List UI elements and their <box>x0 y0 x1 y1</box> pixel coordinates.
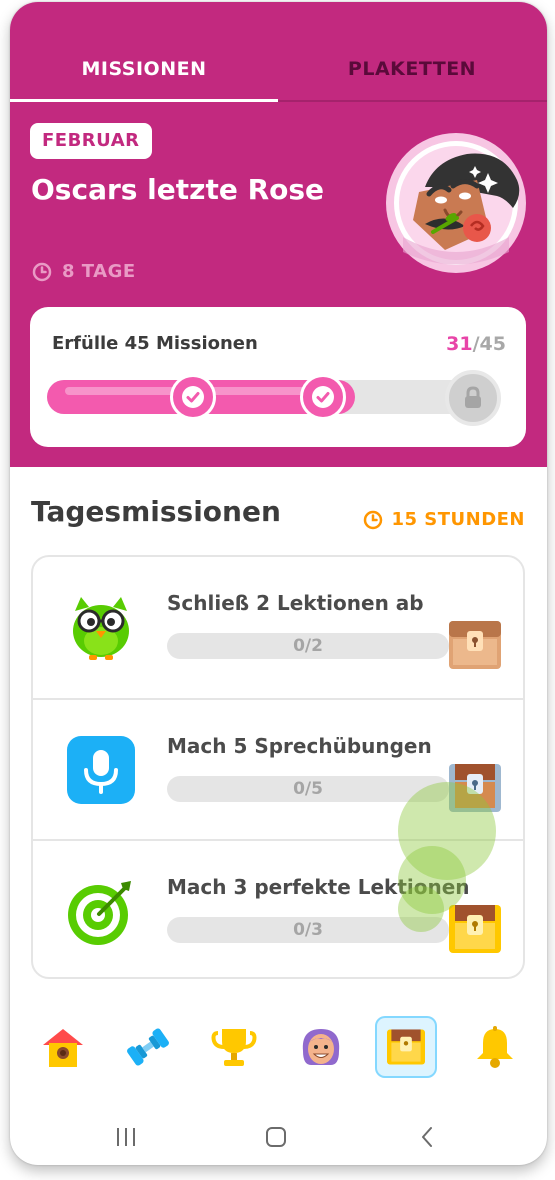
quest-title: Mach 5 Sprechübungen <box>167 734 432 758</box>
nav-profile[interactable] <box>290 1016 352 1078</box>
tab-bar: MISSIONEN PLAKETTEN <box>10 2 547 102</box>
nav-notifications[interactable] <box>464 1016 526 1078</box>
daily-quest-list: Schließ 2 Lektionen ab 0/2 Mach 5 Sprech… <box>31 555 525 979</box>
goal-label: Erfülle 45 Missionen <box>52 333 258 354</box>
goal-separator: / <box>472 333 480 355</box>
oscar-with-rose-avatar <box>385 132 528 275</box>
goal-progress-bar <box>47 370 501 426</box>
tab-missions[interactable]: MISSIONEN <box>10 58 278 80</box>
lock-icon <box>445 370 501 426</box>
event-hero: MISSIONEN PLAKETTEN FEBRUAR Oscars letzt… <box>10 2 547 467</box>
nav-home[interactable] <box>32 1016 94 1078</box>
target-icon <box>65 875 137 947</box>
daily-time-left: 15 STUNDEN <box>391 509 525 530</box>
clock-icon <box>32 262 52 281</box>
month-badge: FEBRUAR <box>30 123 152 159</box>
recent-apps-button[interactable] <box>106 1122 146 1152</box>
gold-chest-icon <box>447 903 503 955</box>
nav-practice[interactable] <box>117 1016 179 1078</box>
microphone-icon <box>65 734 137 806</box>
touch-indicator <box>398 886 444 932</box>
leaderboard-trophy-icon <box>211 1029 257 1066</box>
goal-total: 45 <box>479 333 506 355</box>
system-nav-bar <box>10 1112 547 1162</box>
notifications-bell-icon <box>477 1026 513 1068</box>
clock-icon <box>364 510 383 529</box>
quests-chest-icon <box>387 1029 425 1065</box>
tab-divider <box>278 100 547 102</box>
home-icon <box>43 1029 83 1067</box>
daily-timer: 15 STUNDEN <box>363 509 525 530</box>
event-title: Oscars letzte Rose <box>31 173 325 206</box>
daily-quests-title: Tagesmissionen <box>31 495 281 528</box>
monthly-goal-card: Erfülle 45 Missionen 31/45 <box>30 307 526 447</box>
goal-current: 31 <box>446 333 473 355</box>
nav-leaderboard[interactable] <box>203 1016 265 1078</box>
profile-avatar-icon <box>302 1029 340 1065</box>
milestone-check-icon <box>170 374 216 420</box>
tab-badges[interactable]: PLAKETTEN <box>278 58 546 80</box>
quest-item[interactable]: Schließ 2 Lektionen ab 0/2 <box>33 557 523 698</box>
milestone-check-icon <box>300 374 346 420</box>
back-button[interactable] <box>408 1122 448 1152</box>
bronze-chest-icon <box>447 619 503 671</box>
event-timer: 8 TAGE <box>32 261 136 282</box>
quest-progress-bar: 0/2 <box>167 633 449 659</box>
phone-screen: MISSIONEN PLAKETTEN FEBRUAR Oscars letzt… <box>10 2 547 1165</box>
goal-count: 31/45 <box>446 333 506 355</box>
bottom-nav <box>10 1012 547 1082</box>
home-square-icon <box>266 1127 286 1147</box>
event-time-left: 8 TAGE <box>62 261 136 282</box>
quest-title: Schließ 2 Lektionen ab <box>167 591 424 615</box>
back-chevron-icon <box>422 1127 432 1147</box>
home-button[interactable] <box>256 1122 296 1152</box>
owl-icon <box>65 591 137 663</box>
active-tab-indicator <box>10 99 278 102</box>
nav-quests[interactable] <box>375 1016 437 1078</box>
practice-dumbbell-icon <box>127 1028 169 1066</box>
recent-apps-icon <box>117 1128 135 1146</box>
quest-progress-bar: 0/5 <box>167 776 449 802</box>
